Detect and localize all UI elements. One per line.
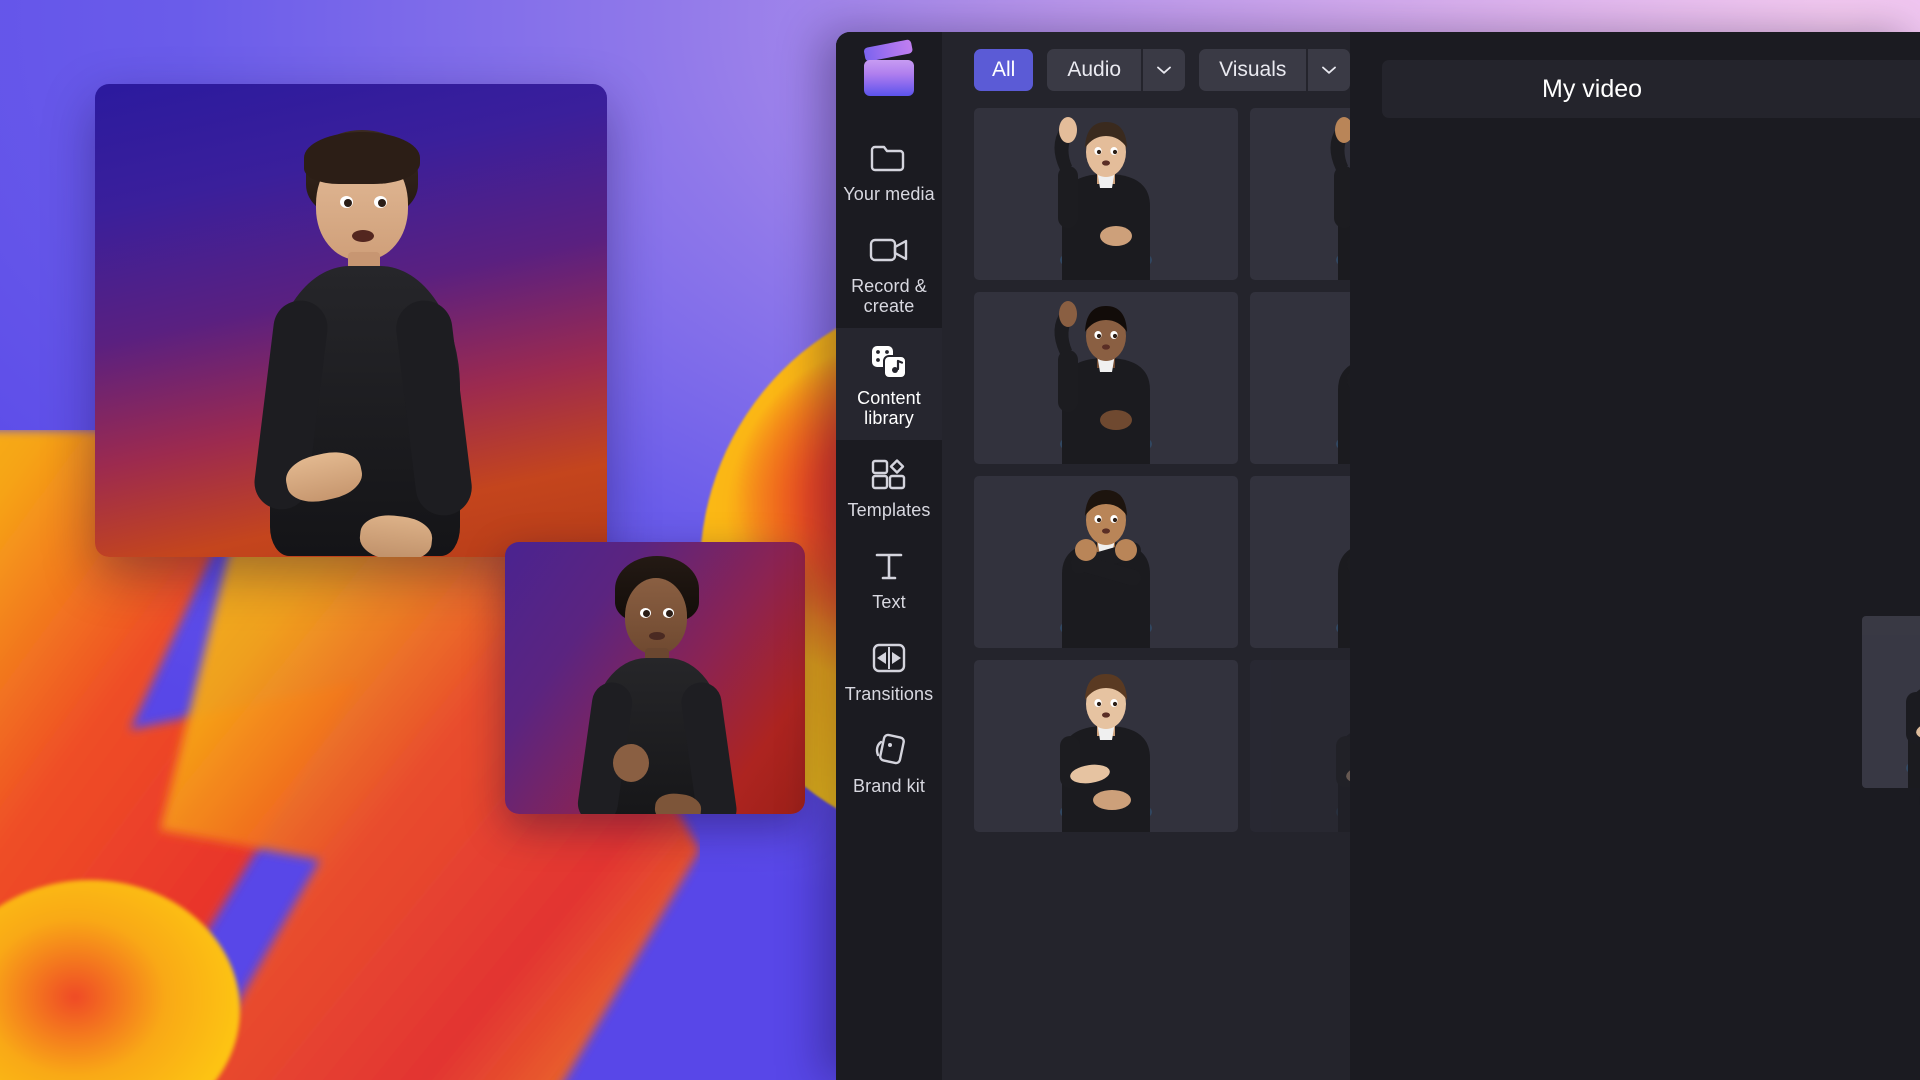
filter-audio-dropdown[interactable]: [1143, 49, 1186, 91]
page-title: My video: [1542, 74, 1643, 103]
dragged-avatar-thumbnail[interactable]: [1862, 616, 1920, 788]
library-scroll-area[interactable]: [942, 108, 1350, 1080]
sidebar-item-label: Templates: [847, 500, 931, 520]
avatar-tile[interactable]: [1250, 660, 1350, 832]
sidebar-item-brand-kit[interactable]: Brand kit: [836, 716, 942, 808]
chevron-down-icon: [1322, 66, 1337, 74]
sidebar-item-your-media[interactable]: Your media: [836, 124, 942, 216]
avatar-tile[interactable]: [1250, 108, 1350, 280]
content-library-panel: All Audio Visuals: [942, 32, 1351, 1080]
filter-all-button[interactable]: All: [974, 49, 1034, 91]
sidebar-item-label: Brand kit: [853, 776, 925, 796]
clipchamp-app-window: Your media Record & create Content libra…: [836, 32, 1920, 1080]
clipchamp-logo-icon[interactable]: [860, 39, 918, 98]
sidebar-item-label: Text: [872, 592, 906, 612]
filter-audio-button[interactable]: Audio: [1047, 49, 1142, 91]
sidebar-item-transitions[interactable]: Transitions: [836, 624, 942, 716]
sidebar-item-label: Record & create: [851, 276, 927, 316]
avatar-tile[interactable]: [1250, 292, 1350, 464]
avatar-tile[interactable]: [974, 476, 1238, 648]
content-library-icon: [842, 342, 936, 382]
preview-card-main: [95, 84, 607, 557]
sidebar-item-label: Your media: [843, 184, 935, 204]
text-t-icon: [842, 546, 936, 586]
sidebar-item-label: Transitions: [844, 684, 934, 704]
avatar-tile[interactable]: [974, 292, 1238, 464]
brand-kit-icon: [842, 730, 936, 770]
folder-icon: [842, 138, 936, 178]
sidebar-nav: Your media Record & create Content libra…: [836, 32, 942, 1080]
chevron-down-icon: [1157, 66, 1171, 74]
transitions-icon: [842, 638, 936, 678]
filter-visuals-button[interactable]: Visuals: [1199, 49, 1307, 91]
sidebar-item-templates[interactable]: Templates: [836, 440, 942, 532]
filter-visuals-dropdown[interactable]: [1308, 49, 1351, 91]
sidebar-item-text[interactable]: Text: [836, 532, 942, 624]
avatar-tile[interactable]: [1250, 476, 1350, 648]
video-camera-icon: [842, 230, 936, 270]
sidebar-item-label: Content library: [857, 388, 921, 428]
avatar-tile-grid: [974, 108, 1350, 832]
filter-visuals-group: Visuals: [1199, 49, 1351, 91]
project-titlebar: My video: [1382, 60, 1920, 118]
filter-audio-group: Audio: [1047, 49, 1186, 91]
templates-grid-icon: [842, 454, 936, 494]
avatar-tile[interactable]: [974, 660, 1238, 832]
sidebar-item-content-library[interactable]: Content library: [836, 328, 942, 440]
filter-bar: All Audio Visuals: [942, 32, 1351, 108]
sidebar-item-record-create[interactable]: Record & create: [836, 216, 942, 328]
avatar-tile[interactable]: [974, 108, 1238, 280]
editor-stage: My video: [1350, 32, 1920, 1080]
preview-card-overlay: [505, 542, 805, 814]
